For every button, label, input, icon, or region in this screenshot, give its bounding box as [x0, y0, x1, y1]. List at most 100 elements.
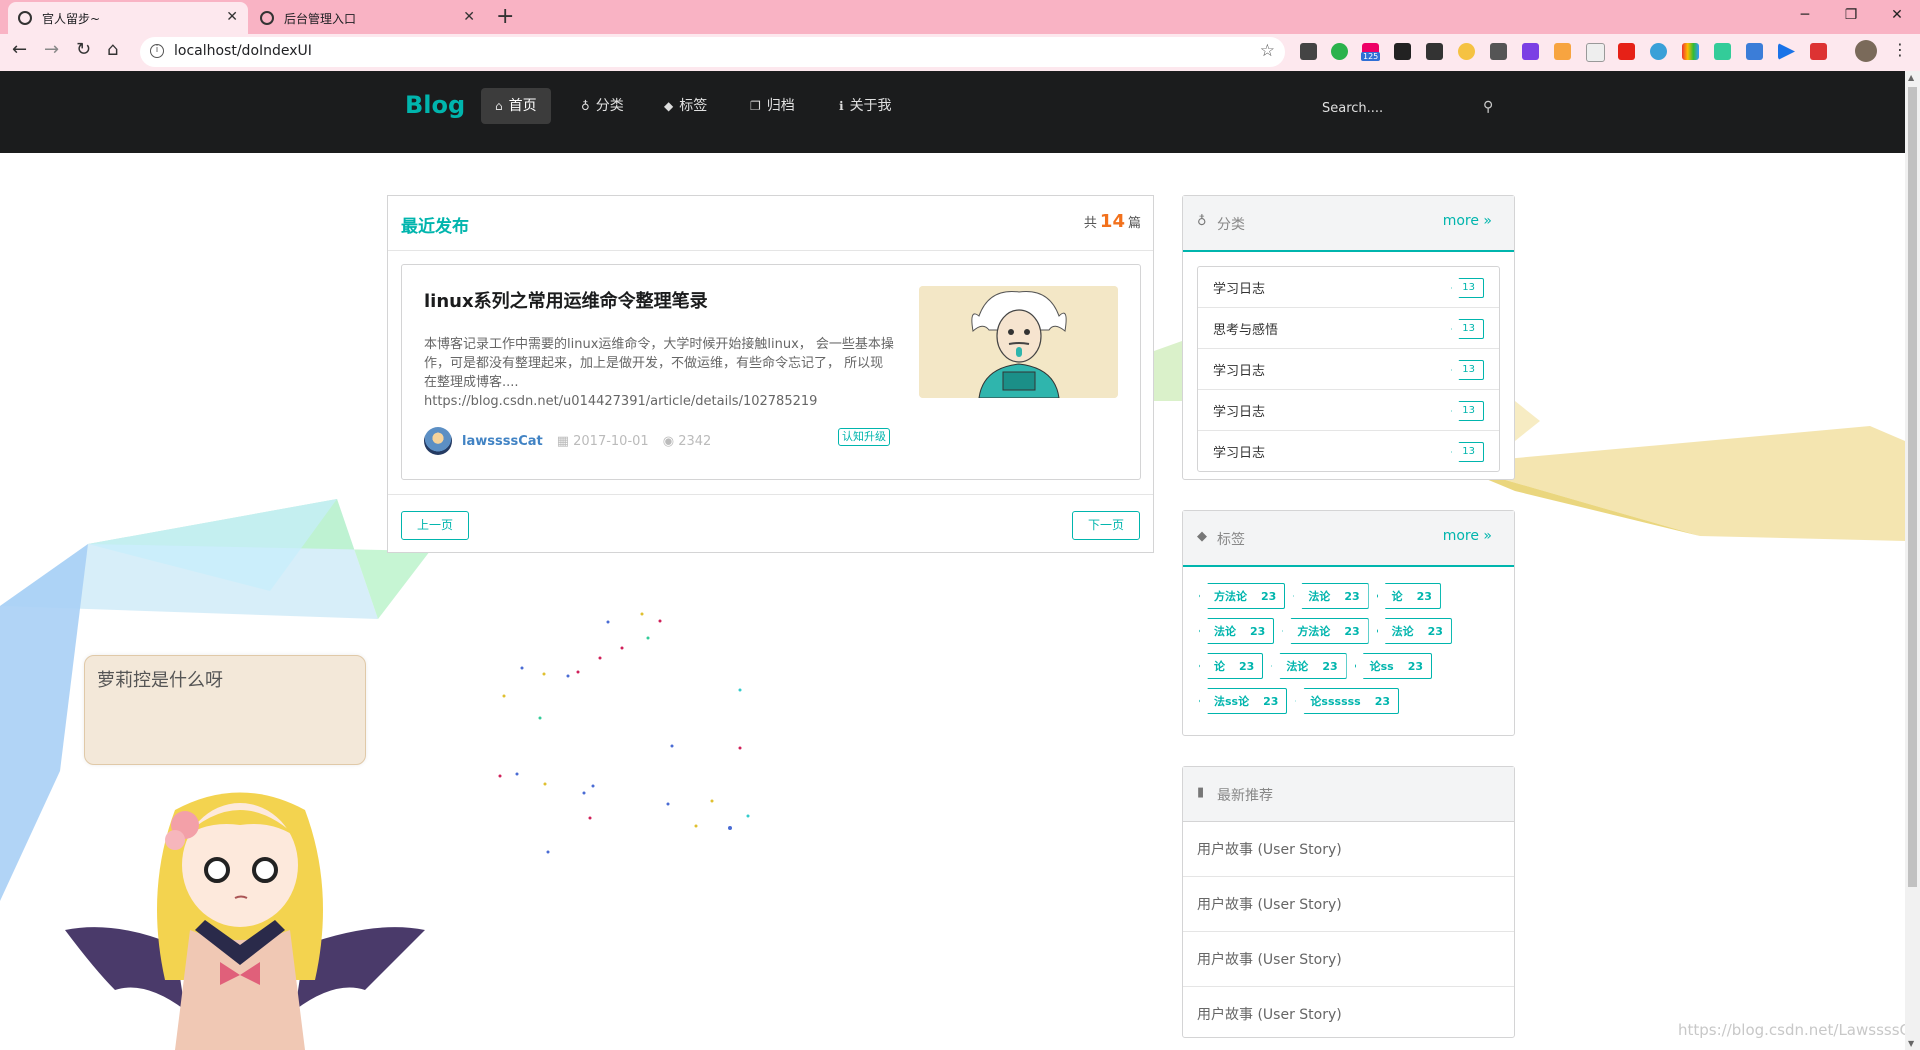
close-tab-icon[interactable]: ✕	[463, 9, 475, 25]
extension-icon[interactable]	[1746, 43, 1763, 60]
recommend-item[interactable]: 用户故事 (User Story)	[1183, 877, 1514, 932]
profile-avatar[interactable]	[1855, 40, 1877, 62]
browser-tab-strip: 官人留步~ ✕ 后台管理入口 ✕ + ─ ❐ ✕	[0, 0, 1920, 34]
recommend-title: 最新推荐	[1217, 788, 1273, 804]
category-item[interactable]: 思考与感悟 13	[1198, 308, 1499, 349]
tag-item[interactable]: 论 23	[1199, 653, 1264, 679]
extension-icon[interactable]	[1300, 43, 1317, 60]
browser-menu-icon[interactable]: ⋮	[1892, 40, 1908, 59]
category-item[interactable]: 学习日志 13	[1198, 267, 1499, 308]
tag-item[interactable]: 论ss 23	[1354, 653, 1433, 679]
tag-item[interactable]: 论 23	[1376, 583, 1441, 609]
extension-icon[interactable]	[1810, 43, 1827, 60]
recommend-item[interactable]: 用户故事 (User Story)	[1183, 822, 1514, 877]
calendar-icon: ▦	[556, 433, 574, 449]
post-views: ◉ 2342	[662, 433, 712, 449]
categories-more-link[interactable]: more »	[1443, 213, 1492, 229]
post-title[interactable]: linux系列之常用运维命令整理笔录	[424, 287, 708, 313]
post-thumbnail[interactable]	[919, 286, 1118, 398]
url-text[interactable]: localhost/doIndexUI	[174, 43, 312, 59]
tag-item[interactable]: 法论 23	[1293, 583, 1369, 609]
page-scrollbar[interactable]: ▲ ▼	[1905, 71, 1920, 1050]
address-bar[interactable]: i localhost/doIndexUI ☆	[140, 37, 1285, 67]
extension-icon[interactable]	[1586, 43, 1605, 62]
search-icon[interactable]: ⚲	[1483, 99, 1493, 115]
extension-icon[interactable]	[1426, 43, 1443, 60]
post-tag-badge[interactable]: 认知升级	[838, 428, 890, 446]
browser-tab[interactable]: 后台管理入口 ✕	[250, 2, 485, 34]
home-button[interactable]: ⌂	[107, 39, 118, 60]
particle-dots	[498, 612, 750, 854]
close-window-button[interactable]: ✕	[1874, 0, 1920, 30]
extension-icon[interactable]	[1778, 43, 1795, 60]
tag-item[interactable]: 法论 23	[1376, 618, 1452, 644]
close-tab-icon[interactable]: ✕	[226, 9, 238, 25]
tag-item[interactable]: 论ssssss 23	[1295, 688, 1400, 714]
tag-item[interactable]: 方法论 23	[1199, 583, 1286, 609]
nav-item-archive[interactable]: ❐ 归档	[736, 88, 809, 124]
post-author[interactable]: lawssssCat	[462, 434, 543, 449]
tag-cloud: 方法论 23 法论 23 论 23 法论 23 方法论 23 法论 23 论 23 法论 23 论ss 23 …	[1197, 583, 1507, 723]
extension-icon[interactable]	[1394, 43, 1411, 60]
nav-item-home[interactable]: ⌂ 首页	[481, 88, 551, 124]
prev-page-button[interactable]: 上一页	[401, 511, 469, 540]
category-count: 13	[1451, 278, 1484, 298]
scroll-down-arrow-icon[interactable]: ▼	[1908, 1039, 1914, 1048]
category-count: 13	[1451, 360, 1484, 380]
reload-button[interactable]: ↻	[76, 39, 91, 60]
globe-icon	[18, 11, 32, 25]
extension-icon[interactable]	[1618, 43, 1635, 60]
recommend-item[interactable]: 用户故事 (User Story)	[1183, 932, 1514, 987]
double-chevron-right-icon: »	[1483, 213, 1492, 229]
browser-tab-active[interactable]: 官人留步~ ✕	[8, 2, 248, 34]
mascot-character[interactable]	[55, 780, 435, 1050]
tags-panel: ◆ 标签 more » 方法论 23 法论 23 论 23 法论 23 方法论 23 法论 23 论…	[1182, 510, 1515, 736]
info-icon[interactable]: i	[150, 44, 164, 58]
tag-item[interactable]: 方法论 23	[1282, 618, 1369, 644]
bookmark-star-icon[interactable]: ☆	[1260, 41, 1275, 61]
nav-item-about[interactable]: ℹ 关于我	[825, 88, 906, 124]
extension-icon[interactable]	[1650, 43, 1667, 60]
recommend-header: ▮ 最新推荐	[1183, 767, 1514, 822]
extension-icon[interactable]	[1490, 43, 1507, 60]
scroll-up-arrow-icon[interactable]: ▲	[1908, 73, 1914, 82]
recommend-item[interactable]: 用户故事 (User Story)	[1183, 987, 1514, 1041]
minimize-button[interactable]: ─	[1782, 0, 1828, 30]
category-item[interactable]: 学习日志 13	[1198, 431, 1499, 471]
extension-icon[interactable]	[1714, 43, 1731, 60]
recommend-panel: ▮ 最新推荐 用户故事 (User Story) 用户故事 (User Stor…	[1182, 766, 1515, 1038]
lightbulb-icon: ♁	[1197, 214, 1207, 229]
author-avatar[interactable]	[424, 427, 452, 455]
category-count: 13	[1451, 319, 1484, 339]
tag-item[interactable]: 法论 23	[1271, 653, 1347, 679]
extension-icon[interactable]	[1522, 43, 1539, 60]
forward-button[interactable]: →	[44, 39, 59, 60]
extension-icon[interactable]	[1331, 43, 1348, 60]
category-item[interactable]: 学习日志 13	[1198, 390, 1499, 431]
nav-item-tags[interactable]: ◆ 标签	[650, 88, 721, 124]
extension-icon[interactable]	[1682, 43, 1699, 60]
extension-badge: 125	[1361, 52, 1381, 61]
tag-item[interactable]: 法论 23	[1199, 618, 1275, 644]
tags-title: 标签	[1217, 532, 1245, 548]
scrollbar-thumb[interactable]	[1908, 87, 1917, 887]
extension-icon[interactable]	[1458, 43, 1475, 60]
tag-item[interactable]: 法ss论 23	[1199, 688, 1288, 714]
double-chevron-right-icon: »	[1483, 528, 1492, 544]
post-card[interactable]: linux系列之常用运维命令整理笔录 本博客记录工作中需要的linux运维命令，…	[401, 264, 1141, 480]
tags-more-link[interactable]: more »	[1443, 528, 1492, 544]
category-item[interactable]: 学习日志 13	[1198, 349, 1499, 390]
post-description: 本博客记录工作中需要的linux运维命令，大学时候开始接触linux， 会一些基…	[424, 337, 894, 409]
post-date: ▦ 2017-10-01	[556, 433, 649, 449]
tags-icon: ◆	[664, 99, 674, 113]
post-meta: lawssssCat ▦ 2017-10-01 ◉ 2342	[424, 427, 711, 455]
site-logo[interactable]: Blog	[405, 91, 465, 119]
restore-button[interactable]: ❐	[1828, 0, 1874, 30]
nav-item-category[interactable]: ♁ 分类	[567, 88, 638, 124]
search-input[interactable]	[1310, 93, 1484, 123]
next-page-button[interactable]: 下一页	[1072, 511, 1140, 540]
info-icon: ℹ	[839, 99, 844, 113]
new-tab-button[interactable]: +	[496, 4, 514, 29]
back-button[interactable]: ←	[12, 39, 27, 60]
extension-icon[interactable]	[1554, 43, 1571, 60]
